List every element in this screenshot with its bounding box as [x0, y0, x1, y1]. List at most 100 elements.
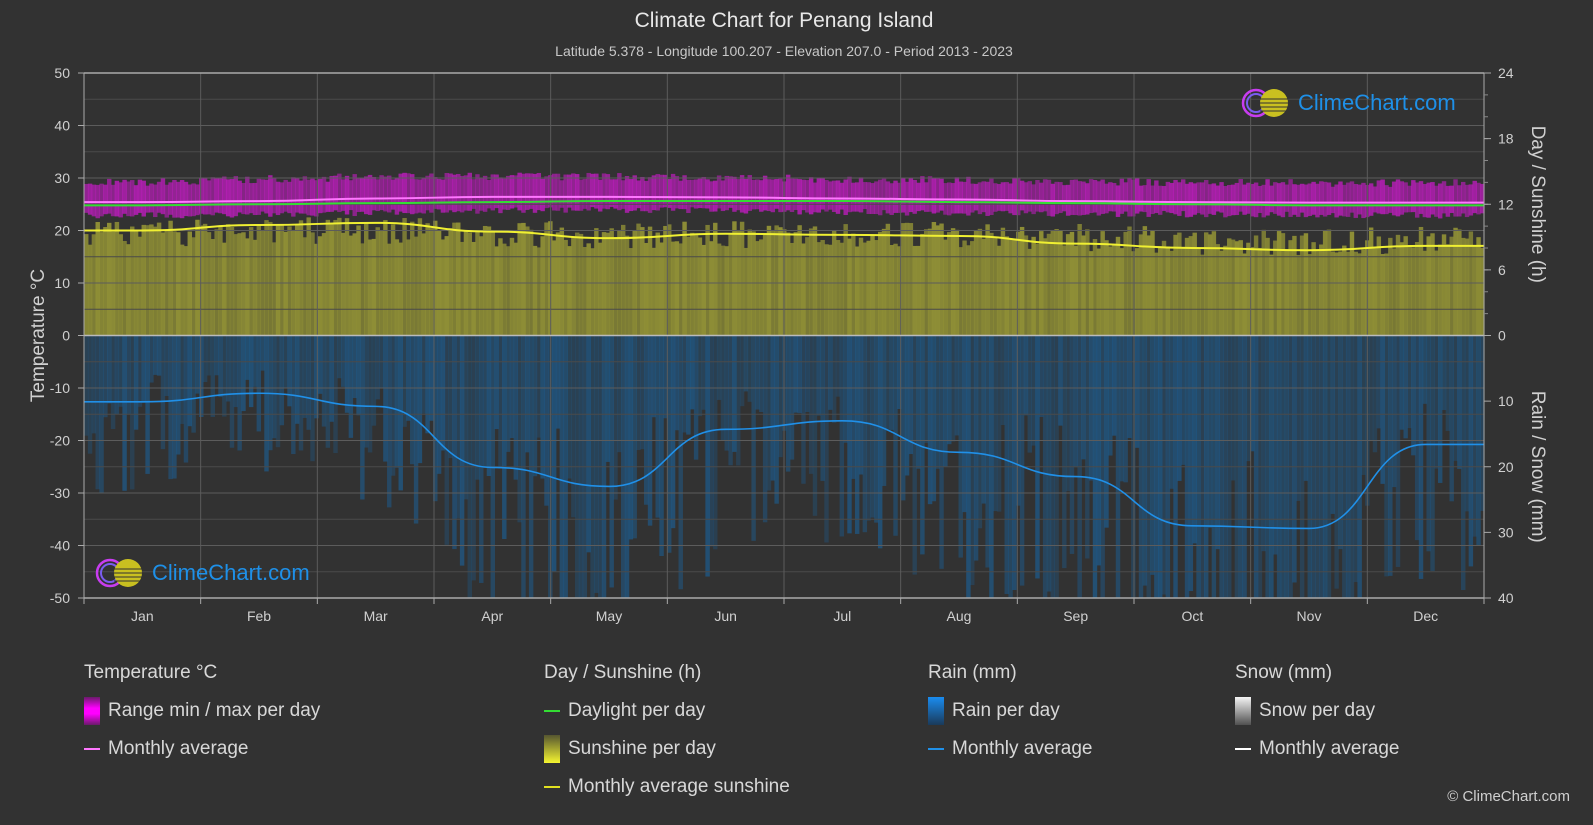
temp-range-day-bar	[594, 173, 599, 209]
sunshine-day-bar	[881, 228, 887, 336]
temp-range-day-bar	[367, 174, 373, 215]
sunshine-day-bar	[126, 244, 131, 336]
temp-range-day-bar	[252, 182, 258, 216]
temp-range-day-bar	[306, 179, 311, 216]
sunshine-day-bar	[279, 224, 285, 336]
temp-range-day-bar	[321, 176, 327, 213]
temp-range-day-bar	[356, 178, 361, 212]
temp-range-day-bar	[1092, 179, 1098, 213]
rain-day-bar	[770, 335, 776, 481]
temp-range-day-bar	[574, 174, 580, 211]
rain-day-bar	[271, 335, 277, 439]
rain-day-bar	[824, 335, 829, 543]
rain-day-bar	[252, 335, 258, 387]
temp-range-day-bar	[505, 175, 511, 210]
temp-range-day-bar	[1315, 183, 1320, 218]
sunshine-day-bar	[1403, 236, 1408, 336]
rain-day-bar	[900, 335, 906, 501]
temp-range-day-bar	[340, 179, 346, 211]
rain-day-bar	[912, 335, 917, 575]
rain-day-bar	[985, 335, 990, 568]
temp-range-day-bar	[993, 183, 998, 212]
temp-range-day-bar	[256, 178, 262, 215]
rain-day-bar	[617, 335, 622, 453]
temp-range-day-bar	[268, 175, 273, 217]
rain-day-bar	[110, 335, 116, 430]
temp-range-day-bar	[1319, 181, 1324, 215]
rain-day-bar	[1414, 335, 1420, 541]
sunshine-day-bar	[325, 219, 331, 336]
rain-day-bar	[1039, 335, 1044, 417]
temp-range-day-bar	[153, 184, 158, 218]
sunshine-day-bar	[705, 224, 710, 336]
sunshine-day-bar	[935, 225, 940, 336]
sunshine-day-bar	[540, 236, 545, 336]
temp-range-day-bar	[563, 174, 568, 213]
temp-range-day-bar	[375, 179, 380, 212]
temp-range-day-bar	[406, 173, 411, 214]
sunshine-day-bar	[916, 245, 921, 336]
temp-range-day-bar	[310, 178, 315, 216]
sunshine-day-bar	[141, 224, 146, 336]
temp-range-day-bar	[421, 177, 426, 214]
sunshine-day-bar	[812, 226, 818, 336]
rain-day-bar	[870, 335, 875, 518]
sunshine-day-bar	[563, 239, 568, 336]
temp-range-day-bar	[218, 178, 223, 214]
rain-day-bar	[1449, 335, 1454, 502]
rain-day-bar	[732, 335, 737, 452]
rain-day-bar	[920, 335, 925, 555]
temp-range-day-bar	[1012, 177, 1017, 216]
rain-day-bar	[1434, 335, 1439, 469]
right-axis-title-sunshine: Day / Sunshine (h)	[1527, 126, 1548, 283]
temp-range-day-bar	[1215, 185, 1220, 212]
rain-day-bar	[831, 335, 837, 423]
rain-day-bar	[1441, 335, 1447, 411]
sunshine-day-bar	[674, 241, 680, 336]
temp-range-day-bar	[1476, 182, 1481, 215]
temp-range-day-bar	[701, 176, 706, 209]
temp-range-day-bar	[452, 174, 457, 213]
sunshine-day-bar	[110, 231, 116, 336]
sunshine-day-bar	[939, 223, 944, 336]
sunshine-day-bar	[122, 240, 127, 336]
temp-range-day-bar	[835, 180, 841, 214]
legend-label: Monthly average	[952, 738, 1093, 759]
rain-day-bar	[797, 335, 802, 414]
sunshine-day-bar	[1046, 233, 1052, 336]
sunshine-day-bar	[624, 235, 630, 336]
temp-range-day-bar	[586, 172, 591, 211]
sunshine-day-bar	[743, 247, 749, 336]
sunshine-day-bar	[843, 224, 848, 336]
sunshine-day-bar	[1223, 245, 1228, 336]
sunshine-day-bar	[1476, 237, 1481, 336]
sunshine-day-bar	[1315, 250, 1320, 336]
temp-range-day-bar	[287, 181, 292, 214]
rain-day-bar	[429, 335, 434, 421]
temp-range-day-bar	[1016, 178, 1021, 216]
rain-day-bar	[153, 335, 158, 375]
sunshine-day-bar	[1296, 254, 1301, 336]
sunshine-day-bar	[824, 244, 829, 336]
sunshine-day-bar	[502, 243, 507, 336]
temp-range-day-bar	[168, 182, 173, 215]
temp-range-day-bar	[241, 182, 246, 215]
temp-range-day-bar	[1468, 184, 1474, 216]
temp-range-day-bar	[1227, 185, 1232, 217]
rain-day-bar	[1134, 335, 1140, 448]
sunshine-avg-swatch	[544, 786, 560, 788]
temp-range-day-bar	[1096, 181, 1102, 216]
rain-day-bar	[659, 335, 664, 557]
temp-range-day-bar	[222, 176, 227, 215]
copyright: © ClimeChart.com	[1447, 788, 1570, 805]
sunshine-day-bar	[1138, 234, 1144, 336]
rain-day-bar	[1023, 335, 1029, 416]
temp-range-day-bar	[954, 177, 960, 214]
temp-range-day-bar	[939, 178, 944, 211]
temp-range-day-bar	[317, 178, 323, 214]
rain-day-bar	[820, 335, 825, 481]
temp-range-day-bar	[390, 179, 396, 210]
rain-day-bar	[371, 335, 377, 426]
rain-day-bar	[716, 335, 722, 400]
rain-day-bar	[571, 335, 576, 518]
